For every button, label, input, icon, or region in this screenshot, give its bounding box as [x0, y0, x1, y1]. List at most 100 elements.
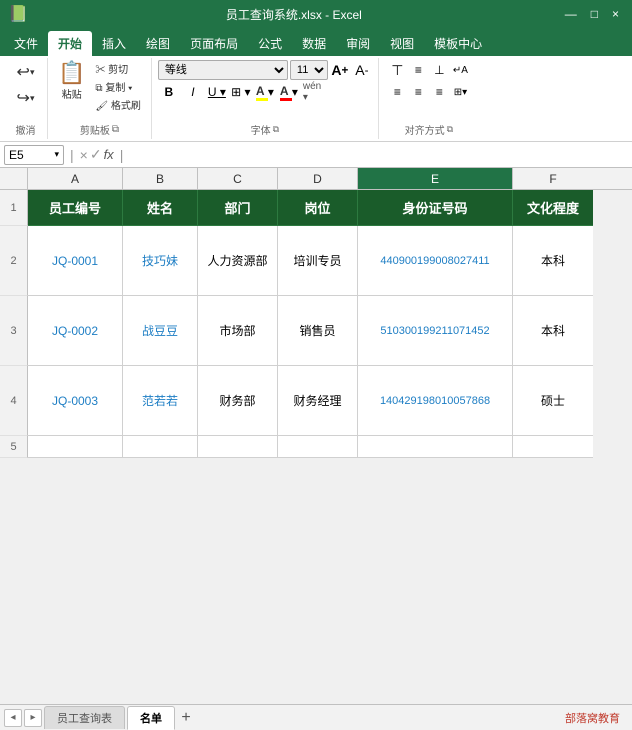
underline-btn[interactable]: U ▾	[206, 82, 228, 102]
align-left-btn[interactable]: ≡	[387, 82, 407, 102]
header-cell-dept[interactable]: 部门	[198, 190, 278, 226]
italic-btn[interactable]: I	[182, 82, 204, 102]
column-headers: A B C D E F	[0, 168, 632, 190]
cell-5-c[interactable]	[198, 436, 278, 458]
header-cell-empid[interactable]: 员工编号	[28, 190, 123, 226]
wen-btn[interactable]: wén ▾	[302, 82, 324, 102]
col-header-a[interactable]: A	[28, 168, 123, 189]
cell-3-f[interactable]: 本科	[513, 296, 593, 366]
window-controls: — □ ×	[560, 7, 624, 21]
tab-layout[interactable]: 页面布局	[180, 31, 248, 56]
col-header-e[interactable]: E	[358, 168, 513, 189]
formula-cancel-icon[interactable]: ×	[80, 147, 88, 163]
align-bottom-btn[interactable]: ⊥	[429, 60, 449, 80]
sheet-nav-prev-btn[interactable]: ◂	[4, 709, 22, 727]
cell-2-a[interactable]: JQ-0001	[28, 226, 123, 296]
header-cell-post[interactable]: 岗位	[278, 190, 358, 226]
cell-3-e[interactable]: 510300199211071452	[358, 296, 513, 366]
header-cell-edu[interactable]: 文化程度	[513, 190, 593, 226]
header-cell-name[interactable]: 姓名	[123, 190, 198, 226]
align-top-btn[interactable]: ⊤	[387, 60, 407, 80]
font-color-btn[interactable]: A ▾	[278, 82, 300, 102]
cell-4-f[interactable]: 硕士	[513, 366, 593, 436]
formula-confirm-icon[interactable]: ✓	[90, 146, 102, 163]
close-btn[interactable]: ×	[607, 7, 624, 21]
cell-2-c[interactable]: 人力资源部	[198, 226, 278, 296]
tab-formula[interactable]: 公式	[248, 31, 292, 56]
cell-4-c[interactable]: 财务部	[198, 366, 278, 436]
cell-2-b[interactable]: 技巧妹	[123, 226, 198, 296]
sheet-tab-list[interactable]: 名单	[127, 706, 175, 730]
grid-body: 1 员工编号 姓名 部门 岗位 身份证号码 文化程度 2 JQ-0001 技巧妹…	[0, 190, 632, 704]
formula-input[interactable]	[129, 145, 628, 165]
col-header-b[interactable]: B	[123, 168, 198, 189]
cell-4-a[interactable]: JQ-0003	[28, 366, 123, 436]
align-middle-btn[interactable]: ≡	[408, 60, 428, 80]
font-expand-icon[interactable]: ⧉	[273, 124, 279, 135]
font-grow-btn[interactable]: A+	[330, 60, 350, 80]
cell-4-d[interactable]: 财务经理	[278, 366, 358, 436]
cell-4-e[interactable]: 140429198010057868	[358, 366, 513, 436]
cell-ref-dropdown-icon[interactable]: ▾	[54, 149, 59, 160]
ribbon-toolbar: ↩ ▾ ↪ ▾ 撤消 📋 粘贴 ✂ 剪切 ⧉ 复制 ▾ 🖌 格式刷 剪贴板 ⧉	[0, 56, 632, 142]
font-shrink-btn[interactable]: A-	[352, 60, 372, 80]
cell-reference-box[interactable]: E5 ▾	[4, 145, 64, 165]
border-btn[interactable]: ⊞ ▾	[230, 82, 252, 102]
tab-review[interactable]: 审阅	[336, 31, 380, 56]
col-header-d[interactable]: D	[278, 168, 358, 189]
paste-btn[interactable]: 📋 粘贴	[54, 60, 89, 103]
cell-3-c[interactable]: 市场部	[198, 296, 278, 366]
cell-3-d[interactable]: 销售员	[278, 296, 358, 366]
fill-color-btn[interactable]: A ▾	[254, 82, 276, 102]
font-name-select[interactable]: 等线	[158, 60, 288, 80]
align-right-btn[interactable]: ≡	[429, 82, 449, 102]
sheet-nav-next-btn[interactable]: ▸	[24, 709, 42, 727]
cell-2-e[interactable]: 440900199008027411	[358, 226, 513, 296]
tab-data[interactable]: 数据	[292, 31, 336, 56]
tab-insert[interactable]: 插入	[92, 31, 136, 56]
align-expand-icon[interactable]: ⧉	[447, 124, 453, 135]
tab-template[interactable]: 模板中心	[424, 31, 492, 56]
spreadsheet-area: A B C D E F 1 员工编号 姓名 部门 岗位 身份证号码 文化程度 2…	[0, 168, 632, 704]
cell-2-d[interactable]: 培训专员	[278, 226, 358, 296]
col-header-c[interactable]: C	[198, 168, 278, 189]
font-size-select[interactable]: 11	[290, 60, 328, 80]
sheet-tab-inquiry[interactable]: 员工查询表	[44, 706, 125, 729]
text-wrap-btn[interactable]: ↵A	[450, 60, 470, 80]
tab-file[interactable]: 文件	[4, 31, 48, 56]
align-center-btn[interactable]: ≡	[408, 82, 428, 102]
cell-4-b[interactable]: 范若若	[123, 366, 198, 436]
minimize-btn[interactable]: —	[560, 7, 582, 21]
formula-separator: |	[68, 147, 76, 163]
cut-btn[interactable]: ✂ 剪切	[91, 60, 144, 77]
cell-5-f[interactable]	[513, 436, 593, 458]
clipboard-expand-icon[interactable]: ⧉	[112, 124, 119, 135]
sheet-add-btn[interactable]: +	[177, 709, 195, 727]
font-name-row: 等线 11 A+ A-	[158, 60, 372, 80]
formula-fx-icon[interactable]: fx	[104, 147, 114, 162]
col-header-f[interactable]: F	[513, 168, 593, 189]
format-painter-btn[interactable]: 🖌 格式刷	[91, 96, 144, 113]
cell-5-e[interactable]	[358, 436, 513, 458]
cell-2-f[interactable]: 本科	[513, 226, 593, 296]
maximize-btn[interactable]: □	[586, 7, 603, 21]
tab-view[interactable]: 视图	[380, 31, 424, 56]
cell-5-d[interactable]	[278, 436, 358, 458]
redo-btn[interactable]: ↪ ▾	[15, 86, 37, 110]
merge-center-btn[interactable]: ⊞▾	[450, 82, 470, 102]
sheet-tabs: ◂ ▸ 员工查询表 名单 + 部落窝教育	[0, 704, 632, 730]
font-format-row: B I U ▾ ⊞ ▾ A ▾ A ▾ wén ▾	[158, 82, 324, 102]
cell-3-a[interactable]: JQ-0002	[28, 296, 123, 366]
undo-btn[interactable]: ↩ ▾	[15, 60, 37, 84]
tab-home[interactable]: 开始	[48, 31, 92, 56]
header-cell-idnum[interactable]: 身份证号码	[358, 190, 513, 226]
tab-draw[interactable]: 绘图	[136, 31, 180, 56]
title-bar: 📗 员工查询系统.xlsx - Excel — □ ×	[0, 0, 632, 28]
title-bar-left: 📗	[8, 4, 28, 24]
alignment-group: ⊤ ≡ ⊥ ↵A ≡ ≡ ≡ ⊞▾ 对齐方式 ⧉	[379, 58, 479, 139]
bold-btn[interactable]: B	[158, 82, 180, 102]
copy-btn[interactable]: ⧉ 复制 ▾	[91, 78, 144, 95]
cell-3-b[interactable]: 战豆豆	[123, 296, 198, 366]
cell-5-b[interactable]	[123, 436, 198, 458]
cell-5-a[interactable]	[28, 436, 123, 458]
